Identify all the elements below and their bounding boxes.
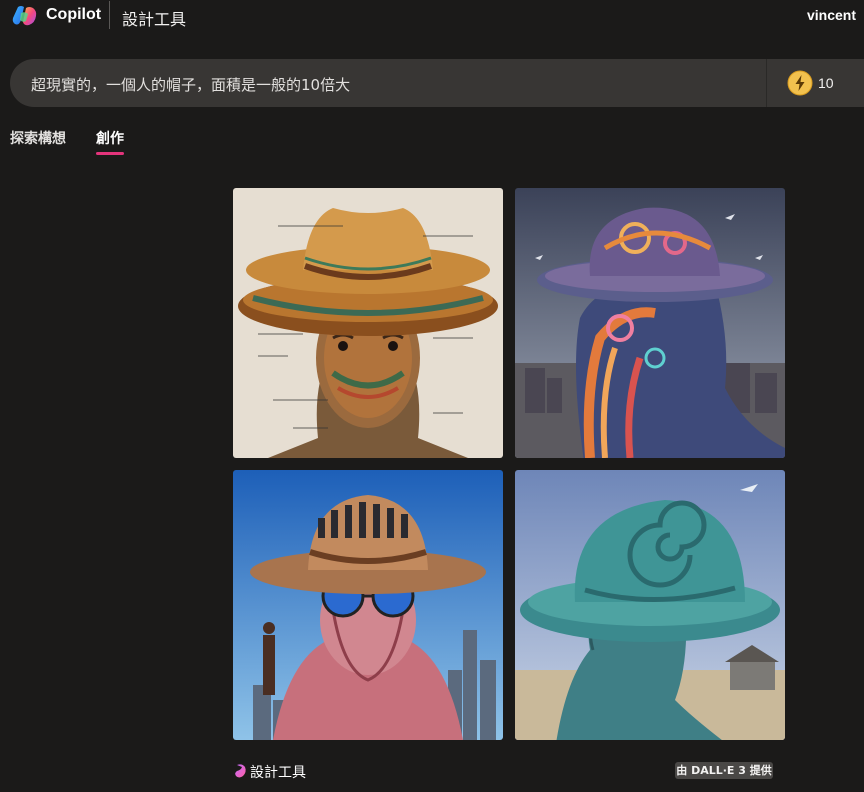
- tab-create[interactable]: 創作: [96, 128, 124, 148]
- boost-count: 10: [818, 75, 834, 91]
- footer-designer-label: 設計工具: [250, 765, 306, 781]
- generated-image-3[interactable]: [233, 470, 503, 740]
- product-name[interactable]: 設計工具: [122, 6, 186, 30]
- image-cowboy-hat-man: [233, 188, 503, 458]
- header-divider: [109, 1, 110, 29]
- user-name[interactable]: vincent: [807, 7, 856, 23]
- brand-name[interactable]: Copilot: [46, 6, 101, 24]
- prompt-divider: [766, 59, 767, 107]
- prompt-bar[interactable]: 超現實的，一個人的帽子，面積是一般的10倍大 10: [10, 59, 864, 107]
- generated-image-1[interactable]: [233, 188, 503, 458]
- tab-explore[interactable]: 探索構想: [10, 128, 66, 148]
- generated-image-2[interactable]: [515, 188, 785, 458]
- image-swirl-profile-town: [515, 188, 785, 458]
- dalle-badge: 由 DALL·E 3 提供: [675, 762, 773, 779]
- designer-logo-icon: [235, 764, 246, 778]
- image-teal-spiral-hat: [515, 470, 785, 740]
- image-crowd-hat-sunglasses: [233, 470, 503, 740]
- prompt-input[interactable]: 超現實的，一個人的帽子，面積是一般的10倍大: [31, 74, 350, 95]
- copilot-logo-icon[interactable]: [12, 4, 38, 28]
- active-tab-indicator: [96, 152, 124, 155]
- boost-lightning-icon[interactable]: [787, 70, 813, 96]
- top-bar: Copilot 設計工具 vincent: [0, 0, 864, 32]
- generated-image-4[interactable]: [515, 470, 785, 740]
